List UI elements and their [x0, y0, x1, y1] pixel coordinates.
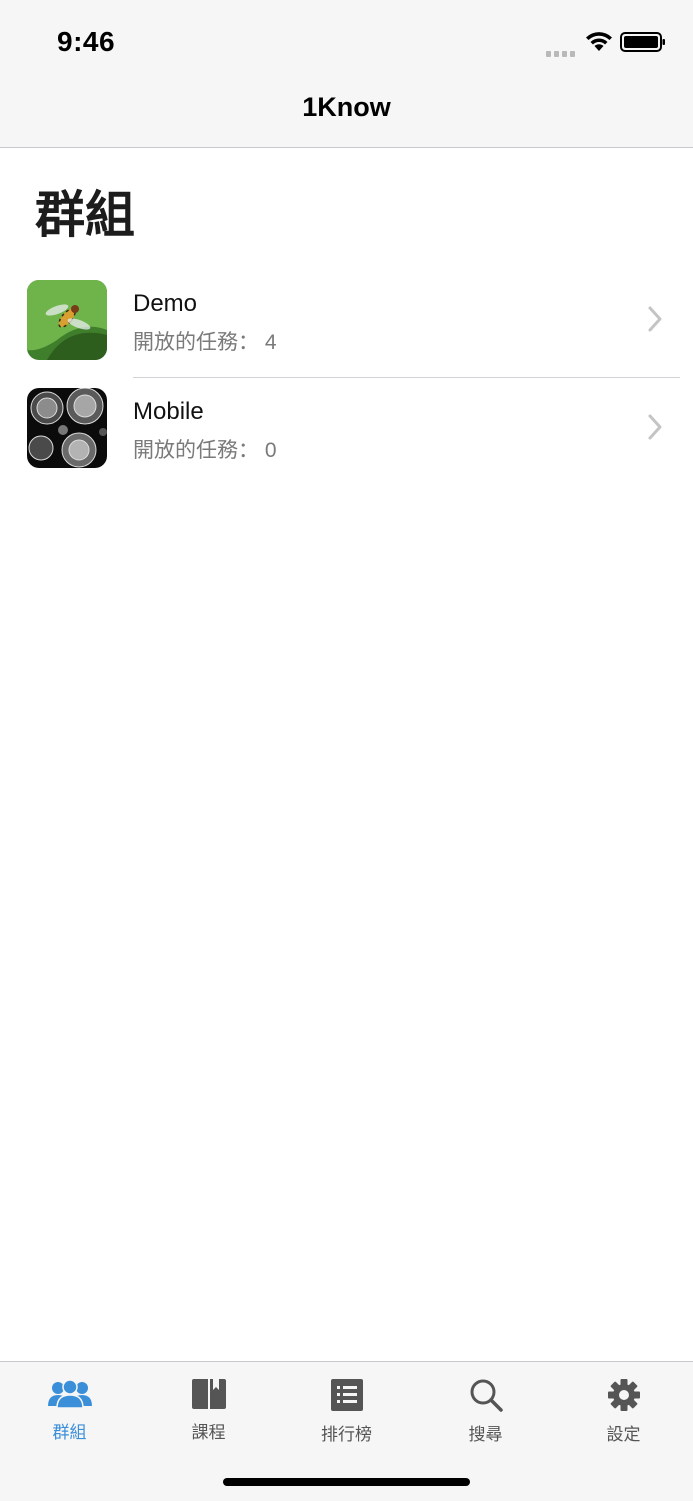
- tab-search[interactable]: 搜尋: [416, 1370, 555, 1460]
- cellular-signal-icon: [546, 44, 578, 57]
- battery-icon: [620, 32, 665, 52]
- group-thumbnail: [27, 280, 107, 360]
- nav-title: 1Know: [302, 92, 391, 122]
- tab-label: 課程: [191, 1423, 226, 1442]
- page-title: 群組: [35, 187, 135, 243]
- home-indicator[interactable]: [223, 1478, 470, 1486]
- group-row-demo[interactable]: Demo 開放的任務： 4: [0, 270, 693, 378]
- tab-settings[interactable]: 設定: [554, 1370, 693, 1460]
- group-name: Mobile: [133, 398, 204, 425]
- chevron-right-icon: [648, 414, 662, 440]
- tab-courses[interactable]: 課程: [139, 1370, 278, 1460]
- tab-groups[interactable]: 群組: [0, 1370, 139, 1460]
- tab-label: 搜尋: [468, 1425, 503, 1444]
- group-row-mobile[interactable]: Mobile 開放的任務： 0: [0, 378, 693, 486]
- group-name: Demo: [133, 290, 198, 317]
- gear-icon: [607, 1379, 640, 1411]
- chevron-right-icon: [648, 306, 662, 332]
- open-tasks-count: 開放的任務： 4: [133, 331, 277, 354]
- navigation-bar: 9:46 1Know: [0, 0, 693, 148]
- book-icon: [191, 1379, 226, 1409]
- tab-label: 設定: [606, 1425, 641, 1444]
- list-icon: [330, 1379, 363, 1411]
- people-icon: [47, 1379, 92, 1409]
- status-time: 9:46: [57, 26, 116, 57]
- wifi-icon: [586, 32, 612, 51]
- group-list: Demo 開放的任務： 4 Mobile 開放的任務： 0: [0, 270, 693, 486]
- tab-label: 群組: [52, 1423, 87, 1442]
- open-tasks-count: 開放的任務： 0: [133, 439, 277, 462]
- search-icon: [470, 1379, 503, 1412]
- tab-leaderboard[interactable]: 排行榜: [277, 1370, 416, 1460]
- tab-label: 排行榜: [321, 1425, 372, 1444]
- group-thumbnail: [27, 388, 107, 468]
